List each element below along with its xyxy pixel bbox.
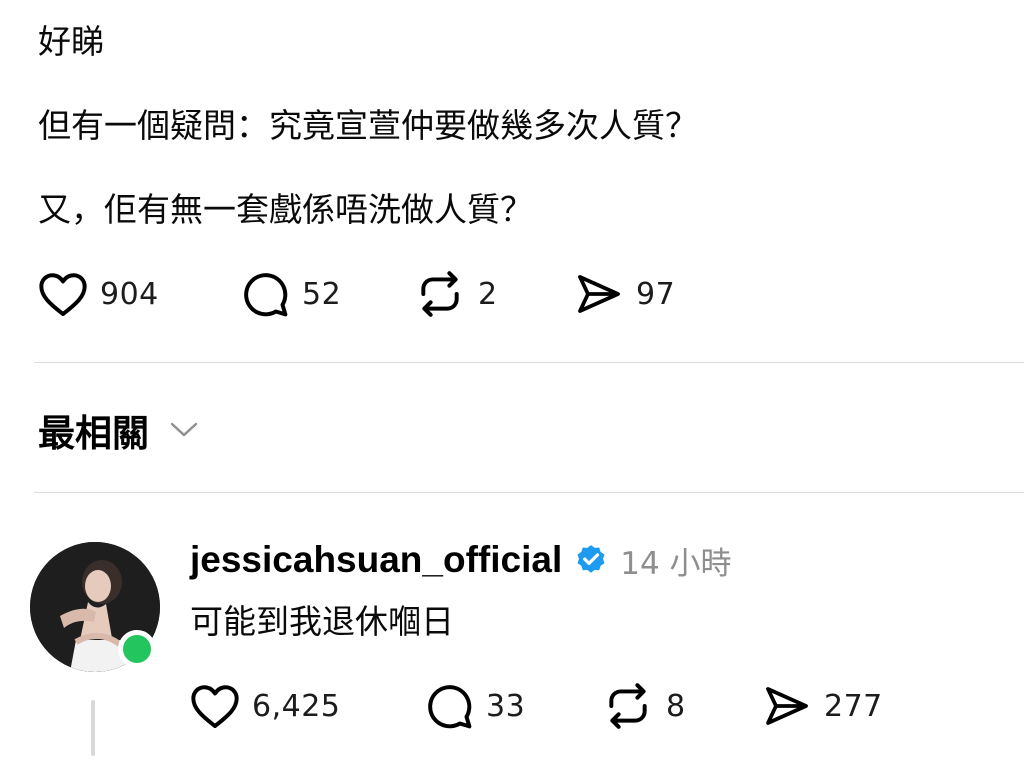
thread-line bbox=[91, 700, 95, 756]
send-icon bbox=[766, 687, 808, 725]
timestamp: 14 小時 bbox=[620, 545, 732, 582]
reply-share-button[interactable]: 277 bbox=[762, 680, 883, 732]
online-status-indicator bbox=[118, 630, 156, 668]
post-repost-count: 2 bbox=[478, 276, 498, 312]
reply-text: 可能到我退休嗰日 bbox=[190, 602, 454, 641]
post-share-button[interactable]: 97 bbox=[574, 268, 675, 320]
post-like-button[interactable]: 904 bbox=[38, 268, 159, 320]
post-like-count: 904 bbox=[100, 276, 159, 312]
repost-icon bbox=[421, 271, 459, 317]
divider bbox=[34, 492, 1024, 493]
sort-selector-label: 最相關 bbox=[38, 412, 149, 455]
heart-icon bbox=[191, 685, 239, 728]
reply-comment-count: 33 bbox=[486, 688, 526, 724]
post-text-line-2: 但有一個疑問：究竟宣萱仲要做幾多次人質？ bbox=[38, 106, 698, 145]
username[interactable]: jessicahsuan_official bbox=[190, 539, 562, 581]
post-comment-count: 52 bbox=[302, 276, 342, 312]
heart-icon bbox=[39, 273, 87, 316]
repost-icon bbox=[609, 683, 647, 729]
chevron-down-icon bbox=[170, 422, 198, 437]
reply-like-count: 6,425 bbox=[252, 688, 341, 724]
reply-header: jessicahsuan_official 14 小時 bbox=[190, 536, 732, 584]
reply-share-count: 277 bbox=[824, 688, 883, 724]
reply-repost-count: 8 bbox=[666, 688, 686, 724]
post-share-count: 97 bbox=[636, 276, 676, 312]
comment-bubble-icon bbox=[244, 273, 288, 317]
post-text-line-1: 好睇 bbox=[38, 22, 104, 61]
comment-bubble-icon bbox=[428, 685, 472, 729]
post-comment-button[interactable]: 52 bbox=[240, 268, 341, 320]
post-text-line-3: 又，佢有無一套戲係唔洗做人質？ bbox=[38, 190, 533, 229]
verified-badge-icon bbox=[577, 545, 605, 573]
sort-selector[interactable]: 最相關 bbox=[38, 404, 199, 456]
reply-repost-button[interactable]: 8 bbox=[602, 680, 686, 732]
post-repost-button[interactable]: 2 bbox=[414, 268, 498, 320]
reply-comment-button[interactable]: 33 bbox=[424, 680, 525, 732]
send-icon bbox=[578, 275, 620, 313]
divider bbox=[34, 362, 1024, 363]
reply-like-button[interactable]: 6,425 bbox=[190, 680, 340, 732]
